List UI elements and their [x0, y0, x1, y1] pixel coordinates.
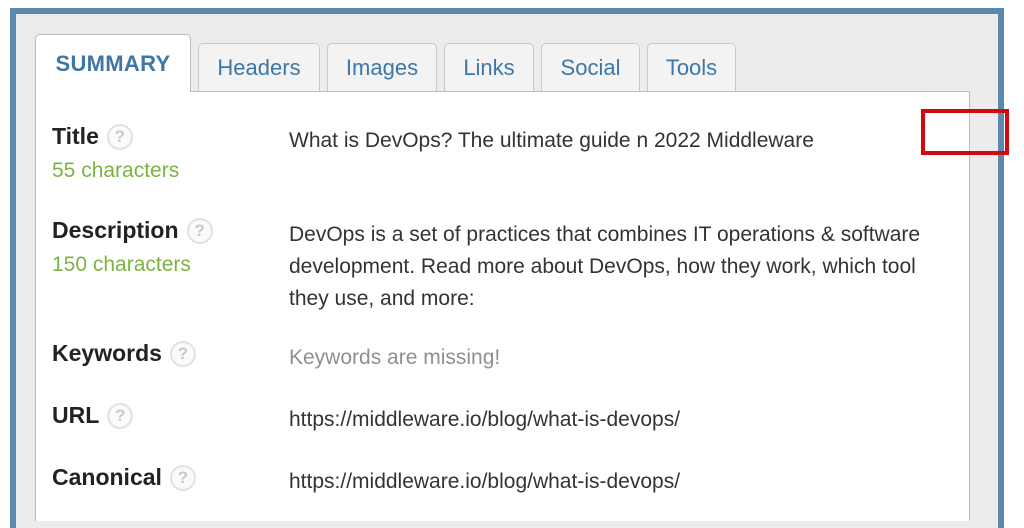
tab-links[interactable]: Links	[444, 43, 534, 91]
title-label: Title ?	[52, 123, 133, 150]
description-label: Description ?	[52, 217, 213, 244]
keywords-label: Keywords ?	[52, 340, 196, 367]
title-value-pre: What is DevOps? The ultimate guide	[289, 129, 631, 152]
summary-panel: Title ? 55 characters What is DevOps? Th…	[35, 91, 1009, 521]
title-value-post: Middleware	[706, 129, 814, 152]
keywords-label-text: Keywords	[52, 340, 162, 366]
title-value-highlight: n 2022	[636, 129, 701, 152]
canonical-value: https://middleware.io/blog/what-is-devop…	[289, 470, 681, 493]
title-char-count: 55 characters	[52, 159, 180, 182]
description-label-text: Description	[52, 217, 179, 243]
canonical-label-text: Canonical	[52, 464, 162, 490]
keywords-value: Keywords are missing!	[289, 346, 501, 369]
title-help-icon[interactable]: ?	[106, 123, 133, 150]
tab-social[interactable]: Social	[541, 43, 640, 91]
description-help-icon[interactable]: ?	[186, 217, 213, 244]
description-value: DevOps is a set of practices that combin…	[289, 223, 921, 310]
tab-bar: SUMMARY Headers Images Links Social Tool…	[35, 34, 970, 92]
url-label-text: URL	[52, 402, 100, 428]
canonical-label: Canonical ?	[52, 464, 196, 491]
tab-summary[interactable]: SUMMARY	[35, 34, 191, 92]
title-label-text: Title	[52, 123, 99, 149]
url-value: https://middleware.io/blog/what-is-devop…	[289, 408, 681, 431]
description-char-count: 150 characters	[52, 253, 191, 276]
tab-headers[interactable]: Headers	[198, 43, 320, 91]
url-help-icon[interactable]: ?	[107, 402, 134, 429]
url-label: URL ?	[52, 402, 134, 429]
highlight-box	[921, 109, 1009, 155]
canonical-help-icon[interactable]: ?	[169, 464, 196, 491]
tab-images[interactable]: Images	[327, 43, 437, 91]
tab-tools[interactable]: Tools	[647, 43, 736, 91]
title-value: What is DevOps? The ultimate guide n 202…	[289, 109, 1009, 157]
keywords-help-icon[interactable]: ?	[169, 340, 196, 367]
